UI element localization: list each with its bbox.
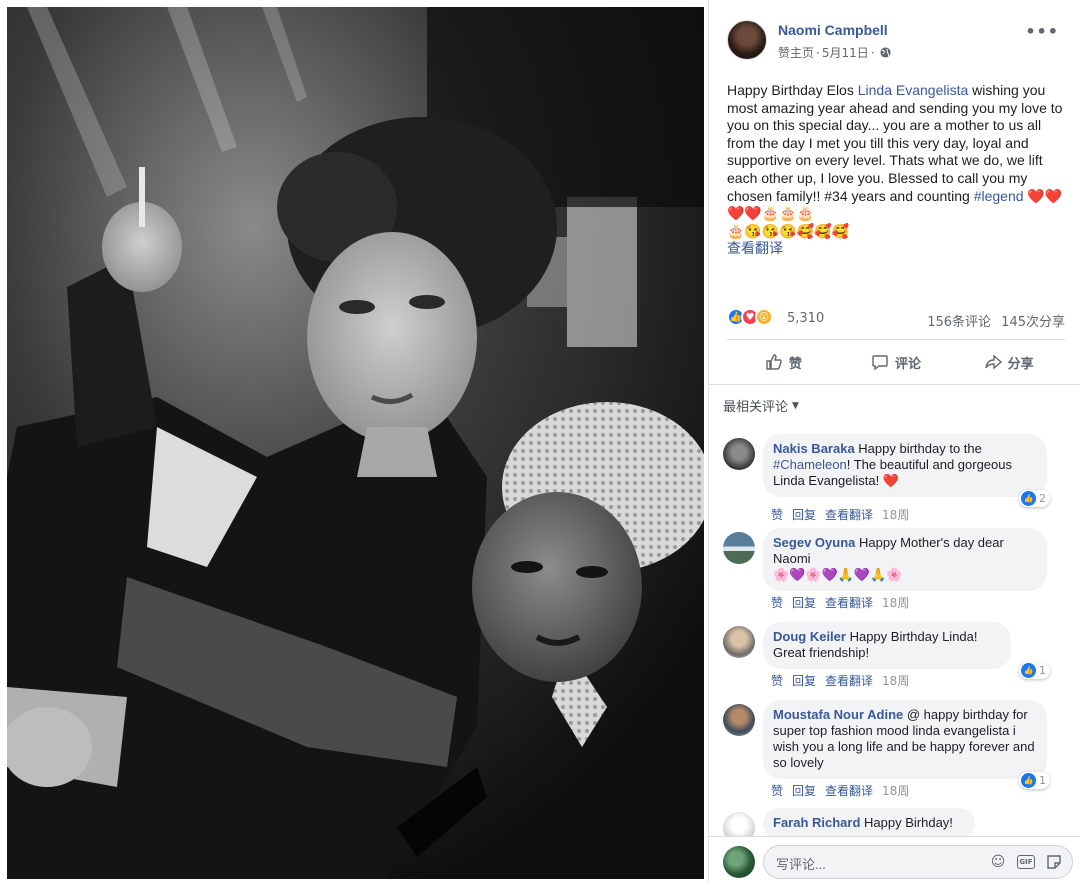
comment-text: Happy birthday to the: [854, 441, 982, 456]
hashtag-link[interactable]: #legend: [974, 188, 1024, 204]
reaction-count[interactable]: 5,310: [787, 311, 824, 326]
thumbs-up-icon: [766, 354, 782, 370]
composer-tools: ☺ GIF: [989, 853, 1063, 871]
sticker-icon[interactable]: [1045, 853, 1063, 871]
comment-label: 评论: [895, 356, 922, 372]
post-photo[interactable]: [7, 7, 704, 879]
share-label: 分享: [1007, 356, 1034, 372]
divider: [709, 384, 1080, 385]
globe-icon[interactable]: [880, 47, 891, 58]
comment-time[interactable]: 18周: [882, 594, 909, 611]
comment-sort-dropdown[interactable]: 最相关评论 ▼: [723, 396, 799, 415]
comment-reply-link[interactable]: 回复: [792, 594, 816, 611]
commenter-name[interactable]: Doug Keiler: [773, 629, 846, 644]
like-reaction-icon: 👍: [1021, 491, 1036, 506]
like-button[interactable]: 赞: [727, 340, 840, 384]
more-options-button[interactable]: •••: [1025, 22, 1059, 41]
smiley-icon[interactable]: ☺: [989, 853, 1007, 871]
see-translation-link[interactable]: 查看翻译: [727, 240, 1067, 258]
comment-composer: 写评论... ☺ GIF: [709, 836, 1080, 883]
meta-separator: ·: [816, 45, 820, 60]
commenter-avatar[interactable]: [723, 704, 755, 736]
post-text-part: wishing you most amazing year ahead and …: [727, 82, 1063, 204]
mention-link[interactable]: Linda Evangelista: [858, 82, 969, 98]
comment-bubble: Segev Oyuna Happy Mother's day dear Naom…: [763, 528, 1047, 591]
comment-like-link[interactable]: 赞: [771, 782, 783, 799]
comment-reactions[interactable]: 👍 1: [1019, 662, 1050, 679]
comment-reply-link[interactable]: 回复: [792, 782, 816, 799]
post-date-link[interactable]: 5月11日: [822, 44, 869, 61]
comment-time[interactable]: 18周: [882, 506, 909, 523]
comment-share-counts: 156条评论 145次分享: [921, 311, 1065, 330]
comment-actions: 赞 回复 查看翻译 18周: [771, 506, 909, 523]
post-message: Happy Birthday Elos Linda Evangelista wi…: [727, 82, 1067, 258]
page-type-label[interactable]: 赞主页: [778, 44, 814, 61]
comment-time[interactable]: 18周: [882, 782, 909, 799]
comment-like-link[interactable]: 赞: [771, 594, 783, 611]
gif-icon[interactable]: GIF: [1017, 855, 1035, 869]
commenter-avatar[interactable]: [723, 438, 755, 470]
commenter-name[interactable]: Segev Oyuna: [773, 535, 855, 550]
comment-text: Happy Birhday!: [860, 815, 953, 830]
comment-bubble: Farah Richard Happy Birhday!: [763, 808, 975, 839]
comment-count-link[interactable]: 156条评论: [927, 315, 991, 330]
photo-viewer: [0, 0, 708, 883]
share-arrow-icon: [984, 354, 1002, 370]
comment-bubble: Nakis Baraka Happy birthday to the #Cham…: [763, 434, 1047, 497]
like-reaction-icon: 👍: [1021, 663, 1036, 678]
meta-separator: ·: [870, 45, 875, 60]
comment-reaction-count: 1: [1039, 664, 1046, 677]
speech-bubble-icon: [872, 355, 888, 371]
photo-illustration: [7, 7, 704, 879]
commenter-name[interactable]: Farah Richard: [773, 815, 860, 830]
share-button[interactable]: 分享: [952, 340, 1065, 384]
post-text-part: Happy Birthday Elos: [727, 82, 858, 98]
comment-like-link[interactable]: 赞: [771, 672, 783, 689]
comment-translate-link[interactable]: 查看翻译: [825, 782, 873, 799]
comment-actions: 赞 回复 查看翻译 18周: [771, 672, 909, 689]
reaction-icons[interactable]: 👍 ♥ 😮: [727, 308, 773, 326]
comment-reactions[interactable]: 👍 2: [1019, 490, 1050, 507]
comment-reactions[interactable]: 👍 1: [1019, 772, 1050, 789]
like-label: 赞: [788, 356, 802, 372]
commenter-name[interactable]: Moustafa Nour Adine: [773, 707, 903, 722]
comment-time[interactable]: 18周: [882, 672, 909, 689]
commenter-avatar[interactable]: [723, 626, 755, 658]
comment-translate-link[interactable]: 查看翻译: [825, 594, 873, 611]
comment-reply-link[interactable]: 回复: [792, 672, 816, 689]
comment-actions: 赞 回复 查看翻译 18周: [771, 594, 909, 611]
page-name-link[interactable]: Naomi Campbell: [778, 22, 888, 38]
comment-like-link[interactable]: 赞: [771, 506, 783, 523]
comment-translate-link[interactable]: 查看翻译: [825, 672, 873, 689]
comment-bubble: Moustafa Nour Adine @ happy birthday for…: [763, 700, 1047, 779]
hashtag-link[interactable]: #Chameleon: [773, 457, 847, 472]
comment-reaction-count: 1: [1039, 774, 1046, 787]
comment-reaction-count: 2: [1039, 492, 1046, 505]
wow-reaction-icon: 😮: [755, 308, 773, 326]
post-action-bar: 赞 评论 分享: [727, 340, 1065, 384]
page-avatar[interactable]: [727, 20, 767, 60]
caret-down-icon: ▼: [792, 400, 799, 411]
emoji-line: 🎂😘😘😘🥰🥰🥰: [727, 222, 850, 239]
like-reaction-icon: 👍: [1021, 773, 1036, 788]
comment-actions: 赞 回复 查看翻译 18周: [771, 782, 909, 799]
comment-bubble: Doug Keiler Happy Birthday Linda! Great …: [763, 622, 1011, 669]
reactions-summary: 👍 ♥ 😮 5,310 156条评论 145次分享: [727, 305, 1065, 331]
comment-emojis: 🌸💜🌸💜🙏💜🙏🌸: [773, 567, 903, 582]
comment-reply-link[interactable]: 回复: [792, 506, 816, 523]
commenter-avatar[interactable]: [723, 532, 755, 564]
comment-sort-label: 最相关评论: [723, 400, 789, 415]
share-count-link[interactable]: 145次分享: [1001, 315, 1065, 330]
current-user-avatar: [723, 846, 755, 878]
post-details-panel: Naomi Campbell 赞主页 · 5月11日 · ••• Happy B…: [708, 0, 1080, 883]
comment-translate-link[interactable]: 查看翻译: [825, 506, 873, 523]
commenter-name[interactable]: Nakis Baraka: [773, 441, 855, 456]
post-header: Naomi Campbell 赞主页 · 5月11日 · •••: [727, 18, 1077, 68]
post-meta: 赞主页 · 5月11日 ·: [778, 44, 891, 61]
comment-button[interactable]: 评论: [840, 340, 953, 384]
